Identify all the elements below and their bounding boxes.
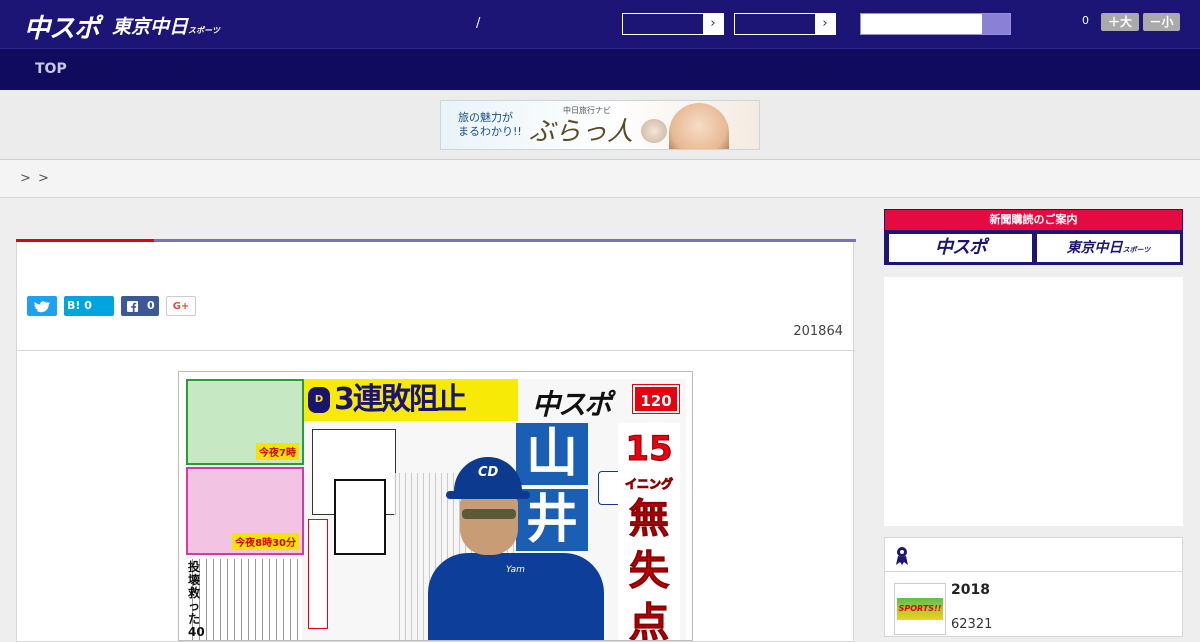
main-nav: TOP bbox=[0, 48, 1200, 90]
newspaper-calendar-box bbox=[334, 479, 386, 555]
header-separator: / bbox=[476, 16, 481, 31]
banner-line2: まるわかり!! bbox=[458, 125, 522, 138]
twitter-icon bbox=[34, 301, 51, 313]
newspaper-front-page-image[interactable]: 今夜7時 今夜8時30分 投壊救った40 3連敗阻止 D 中スポ 120円 山 … bbox=[178, 371, 693, 641]
cap-logo: CD bbox=[478, 465, 499, 480]
player-uniform: Yam bbox=[428, 553, 604, 640]
subscription-box: 新聞購読のご案内 中スポ 東京中日スポーツ bbox=[884, 209, 1183, 265]
player-cap-brim bbox=[446, 491, 530, 499]
player-photo: Yam CD bbox=[428, 457, 604, 640]
category-select-1[interactable]: › bbox=[622, 13, 724, 35]
tokyo-logo-suffix: スポーツ bbox=[188, 26, 220, 35]
model-photo bbox=[669, 103, 729, 149]
tokyo-chunichi-logo[interactable]: 東京中日スポーツ bbox=[112, 12, 220, 39]
top-ad-band: 旅の魅力が まるわかり!! 中日旅行ナビ ぶらっ人 bbox=[0, 90, 1200, 160]
uniform-lettering: Yam bbox=[506, 565, 525, 575]
hatena-bookmark-button[interactable]: B! 0 bbox=[64, 296, 114, 316]
tv-ad-2-time: 今夜8時30分 bbox=[232, 533, 299, 550]
banner-copy: 旅の魅力が まるわかり!! bbox=[458, 111, 522, 139]
newspaper-price: 120円 bbox=[632, 384, 680, 438]
card-accent-blue bbox=[154, 239, 856, 242]
ranking-thumbnail[interactable]: SPORTS!! bbox=[894, 583, 946, 635]
search-input[interactable] bbox=[860, 13, 1011, 35]
card-accent-red bbox=[16, 239, 154, 242]
breadcrumb: > > bbox=[0, 160, 1200, 198]
facebook-icon bbox=[127, 301, 138, 312]
facebook-count: 0 bbox=[147, 299, 155, 312]
dragons-mark: D bbox=[308, 387, 330, 413]
seashell-image bbox=[641, 119, 667, 143]
article-date: 201864 bbox=[793, 324, 843, 339]
newspaper-ad-strip bbox=[308, 519, 328, 629]
subscription-header: 新聞購読のご案内 bbox=[885, 210, 1182, 230]
newspaper-side-story: 投壊救った40 bbox=[186, 559, 302, 640]
tokyo-logo-text: 東京中日 bbox=[112, 16, 189, 38]
player-face bbox=[460, 497, 518, 555]
hatena-count: 0 bbox=[84, 299, 92, 312]
google-plus-share-button[interactable]: G+ bbox=[166, 296, 196, 316]
category-select-2[interactable]: › bbox=[734, 13, 836, 35]
subscribe-tokyo-text: 東京中日 bbox=[1066, 240, 1123, 256]
banner-line1: 旅の魅力が bbox=[458, 111, 513, 124]
breadcrumb-separator: > bbox=[20, 171, 31, 186]
ranking-item-title[interactable]: 2018 bbox=[951, 582, 990, 598]
tv-ad-2: 今夜8時30分 bbox=[186, 467, 304, 555]
nav-top-link[interactable]: TOP bbox=[35, 61, 67, 77]
newspaper-headline: 3連敗阻止 bbox=[304, 379, 518, 421]
side-headline-ten: 点 bbox=[629, 600, 670, 641]
chevron-right-icon: › bbox=[815, 14, 835, 34]
breadcrumb-separator: > bbox=[38, 171, 49, 186]
font-smaller-button[interactable]: －小 bbox=[1143, 13, 1180, 31]
chuspo-logo[interactable]: 中スポ bbox=[24, 8, 100, 45]
ranking-header bbox=[885, 538, 1182, 572]
side-headline-block: 15 イニング 無 失 点 bbox=[618, 423, 680, 641]
side-story-headline: 投壊救った40 bbox=[188, 560, 205, 639]
ranking-thumb-label: SPORTS!! bbox=[897, 598, 943, 620]
side-headline-innings: イニング bbox=[624, 477, 673, 492]
subscribe-chuspo-button[interactable]: 中スポ bbox=[888, 233, 1033, 263]
search-button[interactable] bbox=[982, 14, 1010, 34]
counter-value: 0 bbox=[1082, 14, 1089, 27]
chevron-right-icon: › bbox=[703, 14, 723, 34]
subscribe-tokyo-chunichi-button[interactable]: 東京中日スポーツ bbox=[1036, 233, 1181, 263]
card-divider bbox=[17, 350, 855, 351]
travel-banner-ad[interactable]: 旅の魅力が まるわかり!! 中日旅行ナビ ぶらっ人 bbox=[440, 100, 760, 150]
twitter-share-button[interactable] bbox=[27, 296, 57, 316]
tv-ad-1: 今夜7時 bbox=[186, 379, 304, 465]
side-headline-15: 15 bbox=[625, 429, 673, 470]
side-headline-mu: 無 bbox=[629, 496, 670, 543]
ribbon-icon bbox=[896, 547, 908, 565]
sidebar-ad-slot bbox=[884, 277, 1183, 526]
subscribe-tokyo-suffix: スポーツ bbox=[1122, 246, 1151, 254]
tv-ad-1-time: 今夜7時 bbox=[256, 443, 299, 460]
newspaper-logo: 中スポ bbox=[532, 388, 612, 421]
player-sunglasses bbox=[462, 509, 516, 519]
side-headline-shitsu: 失 bbox=[629, 548, 670, 595]
newspaper-page: 今夜7時 今夜8時30分 投壊救った40 3連敗阻止 D 中スポ 120円 山 … bbox=[186, 379, 686, 641]
facebook-share-button[interactable]: 0 bbox=[121, 296, 159, 316]
banner-logo: ぶらっ人 bbox=[529, 117, 634, 147]
site-header: 中スポ 東京中日スポーツ / › › 0 ＋大 －小 bbox=[0, 0, 1200, 48]
hatena-label: B! bbox=[67, 299, 81, 312]
font-larger-button[interactable]: ＋大 bbox=[1101, 13, 1139, 31]
ranking-widget: SPORTS!! 2018 62321 bbox=[884, 537, 1183, 637]
